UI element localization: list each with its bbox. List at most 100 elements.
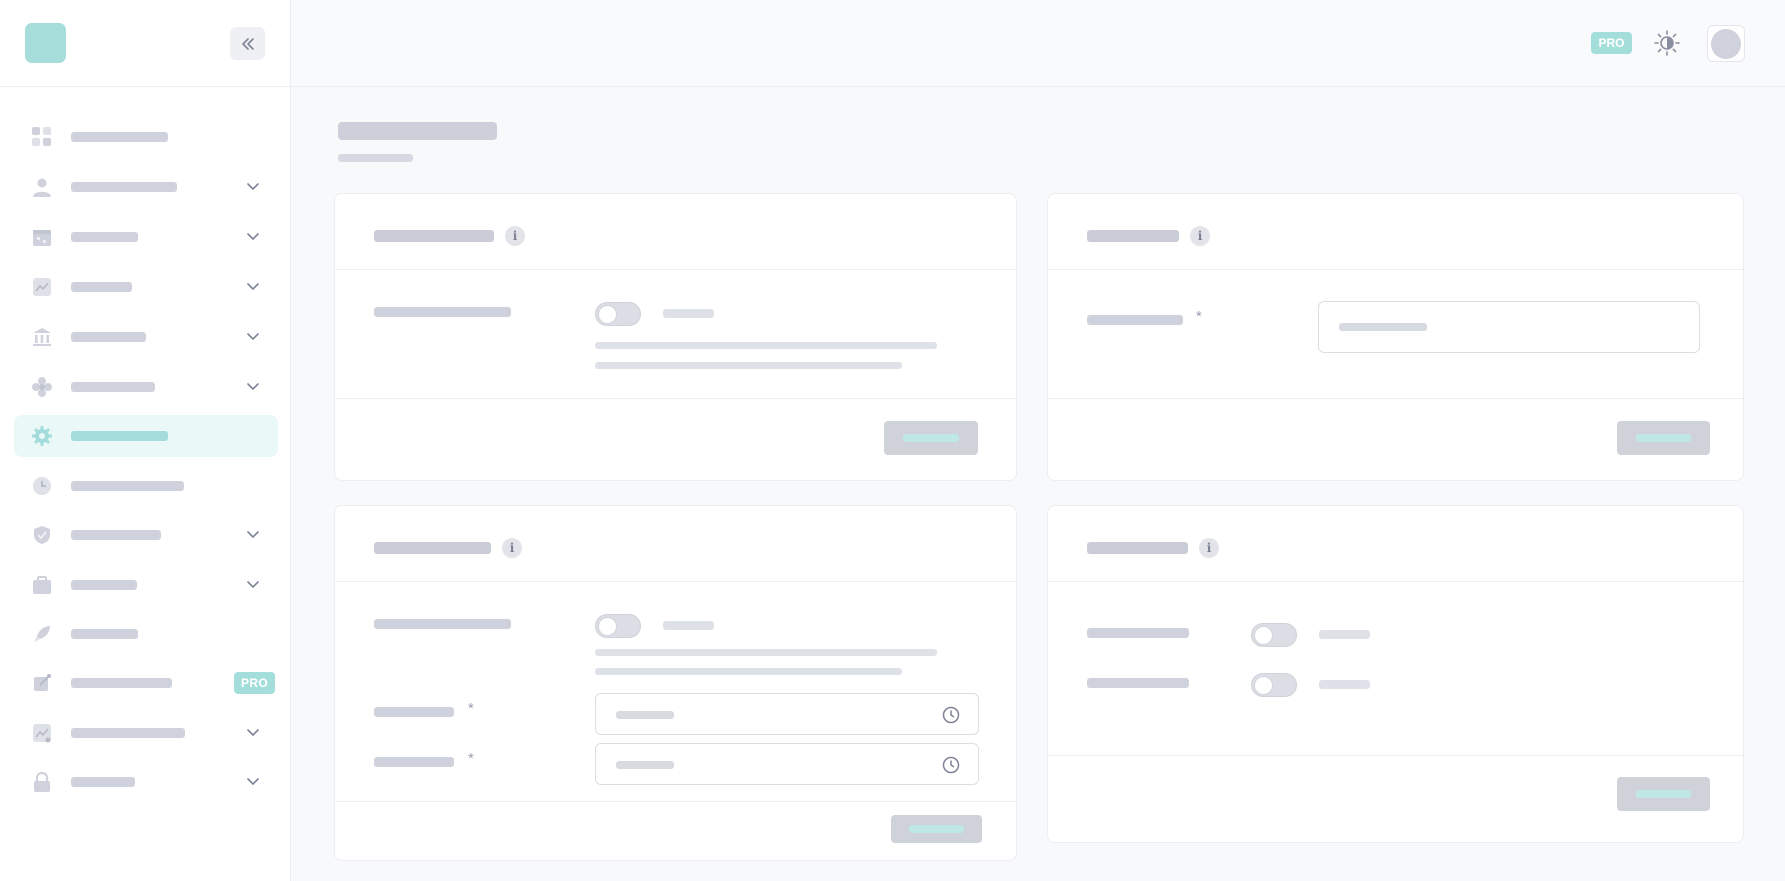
save-button[interactable]	[891, 815, 982, 843]
card-title	[1087, 230, 1179, 242]
settings-card-1: i	[334, 193, 1017, 481]
field-label	[1087, 628, 1189, 638]
button-label	[909, 825, 964, 833]
info-icon[interactable]: i	[1199, 538, 1219, 558]
end-time-label	[374, 757, 454, 767]
card-header: i	[335, 506, 1016, 582]
toggle-switch[interactable]	[595, 302, 641, 326]
button-label	[1635, 434, 1692, 442]
save-button[interactable]	[884, 421, 978, 455]
flower-icon	[32, 377, 52, 397]
sidebar-item-users[interactable]	[14, 166, 278, 208]
user-icon	[32, 177, 52, 197]
text-input[interactable]	[1318, 301, 1700, 353]
sidebar-item-integrations[interactable]	[14, 366, 278, 408]
toggle-knob	[1254, 626, 1273, 645]
chevron-down-icon	[247, 233, 259, 240]
sidebar-item-privacy[interactable]	[14, 761, 278, 803]
clock-icon[interactable]	[942, 756, 960, 774]
button-label	[902, 434, 960, 442]
sidebar-item-label	[71, 481, 184, 491]
sidebar-item-security[interactable]	[14, 514, 278, 556]
save-button[interactable]	[1617, 421, 1710, 455]
chevron-down-icon	[247, 383, 259, 390]
required-marker: *	[1196, 308, 1202, 325]
sidebar-item-reports[interactable]	[14, 712, 278, 754]
end-time-input[interactable]	[595, 743, 979, 785]
sun-moon-icon	[1654, 30, 1680, 56]
info-icon[interactable]: i	[505, 226, 525, 246]
briefcase-icon	[32, 575, 52, 595]
sidebar-item-launch[interactable]	[14, 613, 278, 655]
toggle-label	[1319, 680, 1370, 689]
sidebar-item-label	[71, 232, 138, 242]
toggle-knob	[598, 617, 617, 636]
start-time-input[interactable]	[595, 693, 979, 735]
field-label	[374, 619, 511, 629]
sidebar: PRO	[0, 0, 291, 881]
toggle-switch[interactable]	[595, 614, 641, 638]
chevron-down-icon	[247, 531, 259, 538]
chevron-down-icon	[247, 333, 259, 340]
sidebar-item-label	[71, 182, 177, 192]
collapse-sidebar-button[interactable]	[230, 27, 265, 60]
settings-card-4: i	[1047, 505, 1744, 843]
user-menu-button[interactable]	[1707, 25, 1745, 62]
toggle-knob	[598, 305, 617, 324]
clock-icon	[32, 476, 52, 496]
sidebar-item-label	[71, 580, 137, 590]
sidebar-item-label	[71, 382, 155, 392]
sidebar-item-label	[71, 332, 146, 342]
sidebar-item-label	[71, 678, 172, 688]
sidebar-item-calendar[interactable]	[14, 216, 278, 258]
field-label	[1087, 315, 1183, 325]
toggle-label	[663, 309, 714, 318]
save-button[interactable]	[1617, 777, 1710, 811]
sidebar-item-label	[71, 530, 161, 540]
clock-icon[interactable]	[942, 706, 960, 724]
bank-icon	[32, 327, 52, 347]
input-placeholder	[616, 711, 674, 719]
lock-icon	[32, 772, 52, 792]
card-footer	[335, 801, 1016, 862]
chevron-down-icon	[247, 283, 259, 290]
sidebar-item-jobs[interactable]	[14, 564, 278, 606]
help-text-line	[595, 649, 937, 656]
start-time-label	[374, 707, 454, 717]
help-text-line	[595, 362, 902, 369]
required-marker: *	[468, 700, 474, 717]
input-placeholder	[616, 761, 674, 769]
button-label	[1635, 790, 1692, 798]
sidebar-item-label	[71, 282, 132, 292]
sidebar-item-label	[71, 728, 185, 738]
card-title	[374, 230, 494, 242]
topbar: PRO	[291, 0, 1785, 87]
sidebar-item-history[interactable]	[14, 465, 278, 507]
card-title	[1087, 542, 1188, 554]
toggle-switch[interactable]	[1251, 623, 1297, 647]
help-text-line	[595, 668, 902, 675]
settings-card-2: i *	[1047, 193, 1744, 481]
info-icon[interactable]: i	[502, 538, 522, 558]
info-icon[interactable]: i	[1190, 226, 1210, 246]
shield-icon	[32, 525, 52, 545]
sidebar-item-analytics[interactable]	[14, 266, 278, 308]
grid-icon	[32, 127, 52, 147]
toggle-label	[663, 621, 714, 630]
pro-badge[interactable]: PRO	[1591, 32, 1632, 54]
sidebar-item-dashboard[interactable]	[14, 116, 278, 158]
sidebar-item-pro-feature[interactable]: PRO	[14, 662, 278, 704]
rocket-icon	[32, 624, 52, 644]
sidebar-item-bank[interactable]	[14, 316, 278, 358]
logo[interactable]	[25, 23, 66, 63]
calendar-icon	[32, 227, 52, 247]
toggle-switch[interactable]	[1251, 673, 1297, 697]
sidebar-item-settings[interactable]	[14, 415, 278, 457]
card-header: i	[1048, 506, 1743, 582]
card-header: i	[335, 194, 1016, 270]
page-title	[338, 122, 497, 140]
chevrons-left-icon	[241, 37, 254, 50]
theme-toggle-button[interactable]	[1653, 29, 1681, 57]
page-subtitle	[338, 154, 413, 162]
sidebar-item-label	[71, 431, 168, 441]
